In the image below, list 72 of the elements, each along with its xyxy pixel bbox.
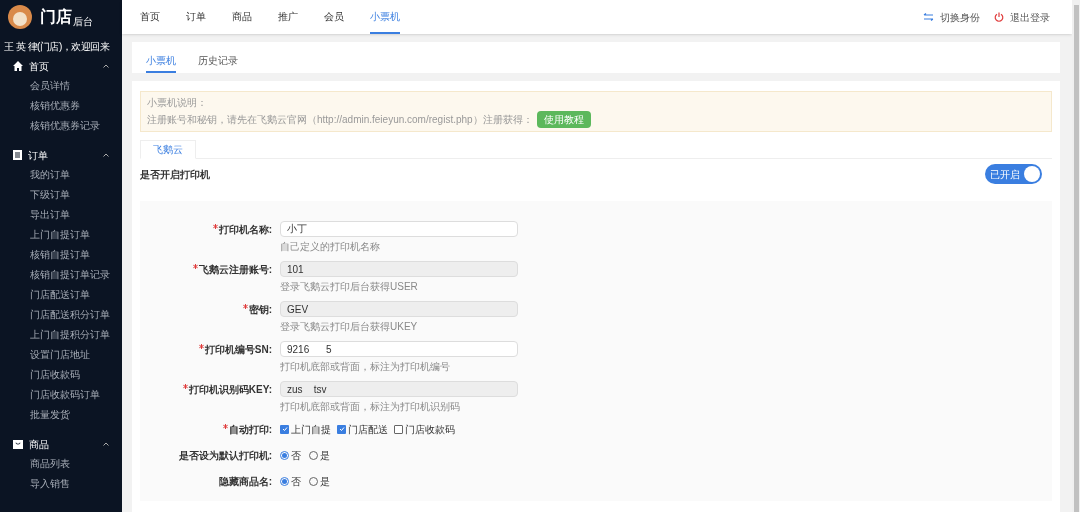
- sidebar-item[interactable]: 门店收款码订单: [0, 385, 122, 405]
- sidebar-item[interactable]: 门店收款码: [0, 365, 122, 385]
- sidebar-item[interactable]: 核销自提订单记录: [0, 265, 122, 285]
- sidebar-item[interactable]: 导入销售: [0, 474, 122, 494]
- checkbox[interactable]: 上门自提: [280, 421, 331, 437]
- field-label: 是否设为默认打印机:: [178, 448, 272, 463]
- field-hint: 自己定义的打印机名称: [280, 240, 381, 254]
- nav-tab[interactable]: 订单: [186, 0, 206, 34]
- sidebar-item[interactable]: 批量发货: [0, 405, 122, 425]
- field-hint: 登录飞鹅云打印后台获得UKEY: [280, 320, 419, 334]
- checkmark-icon: [281, 426, 288, 432]
- home-icon: [13, 61, 23, 71]
- sidebar-item[interactable]: 上门自提订单: [0, 225, 122, 245]
- field-label: 飞鹅云注册账号:: [198, 262, 272, 277]
- sidebar-item[interactable]: 设置门店地址: [0, 345, 122, 365]
- toggle-switch[interactable]: 已开启: [985, 164, 1042, 184]
- checkbox[interactable]: 门店收款码: [394, 421, 455, 437]
- sidebar-item[interactable]: 下级订单: [0, 185, 122, 205]
- switch-identity-button[interactable]: 切换身份: [923, 9, 980, 25]
- sidebar-item[interactable]: 会员详情: [0, 76, 122, 96]
- nav-tab[interactable]: 会员: [324, 0, 344, 34]
- sidebar-item[interactable]: 上门自提积分订单: [0, 325, 122, 345]
- notice-title: 小票机说明：: [147, 96, 208, 110]
- tab[interactable]: 小票机: [146, 49, 176, 73]
- nav-tab[interactable]: 小票机: [370, 0, 400, 34]
- menu-group-title[interactable]: 首页: [29, 58, 49, 74]
- swap-arrows-icon: [923, 13, 934, 21]
- brand-logo: 门店: [40, 7, 72, 27]
- nav-tab[interactable]: 商品: [232, 0, 252, 34]
- field-label: 密钥:: [248, 302, 272, 317]
- field-hint: 登录飞鹅云打印后台获得USER: [280, 280, 419, 294]
- caret-icon[interactable]: [103, 64, 109, 68]
- field-hint: 打印机底部或背面，标注为打印机识别码: [280, 400, 461, 414]
- sidebar-item[interactable]: 门店配送积分订单: [0, 305, 122, 325]
- provider-tab[interactable]: 飞鹅云: [140, 140, 196, 159]
- bag-icon: [13, 439, 23, 449]
- power-icon: [994, 12, 1004, 22]
- brand-subtitle: 后台: [73, 15, 93, 29]
- sidebar-item[interactable]: 导出订单: [0, 205, 122, 225]
- sidebar-item[interactable]: 商品列表: [0, 454, 122, 474]
- input-field[interactable]: 小丁: [280, 221, 518, 237]
- radio-button[interactable]: 否: [280, 447, 301, 463]
- document-icon: [13, 150, 22, 160]
- field-label: 打印机识别码KEY:: [188, 382, 272, 397]
- checkbox[interactable]: 门店配送: [337, 421, 388, 437]
- sidebar-item[interactable]: 我的订单: [0, 165, 122, 185]
- sidebar-item[interactable]: 门店配送订单: [0, 285, 122, 305]
- avatar-icon: [8, 5, 32, 29]
- welcome-text: 王 英 律(门店)，欢迎回来: [3, 40, 111, 54]
- sidebar-item[interactable]: 核销优惠券: [0, 96, 122, 116]
- field-hint: 打印机底部或背面，标注为打印机编号: [280, 360, 451, 374]
- radio-button[interactable]: 是: [309, 473, 330, 489]
- checkmark-icon: [338, 426, 345, 432]
- radio-button[interactable]: 否: [280, 473, 301, 489]
- caret-icon[interactable]: [103, 153, 109, 157]
- field-label: 自动打印:: [228, 422, 272, 437]
- nav-tab[interactable]: 首页: [140, 0, 160, 34]
- input-field[interactable]: 9216 5: [280, 341, 518, 357]
- caret-icon[interactable]: [103, 442, 109, 446]
- enable-printer-label: 是否开启打印机: [140, 167, 210, 182]
- sidebar-item[interactable]: 核销自提订单: [0, 245, 122, 265]
- radio-button[interactable]: 是: [309, 447, 330, 463]
- menu-group-title[interactable]: 订单: [28, 147, 48, 163]
- menu-group-title[interactable]: 商品: [29, 436, 49, 452]
- field-label: 打印机名称:: [218, 222, 272, 237]
- logout-button[interactable]: 退出登录: [994, 9, 1050, 25]
- sidebar-item[interactable]: 核销优惠券记录: [0, 116, 122, 136]
- nav-tab[interactable]: 推广: [278, 0, 298, 34]
- field-label: 隐藏商品名:: [218, 474, 272, 489]
- tab[interactable]: 历史记录: [198, 49, 238, 73]
- field-label: 打印机编号SN:: [204, 342, 272, 357]
- notice-text: 注册账号和秘钥，请先在飞鹅云官网（http://admin.feieyun.com/regist.php）注册获得：: [147, 113, 533, 127]
